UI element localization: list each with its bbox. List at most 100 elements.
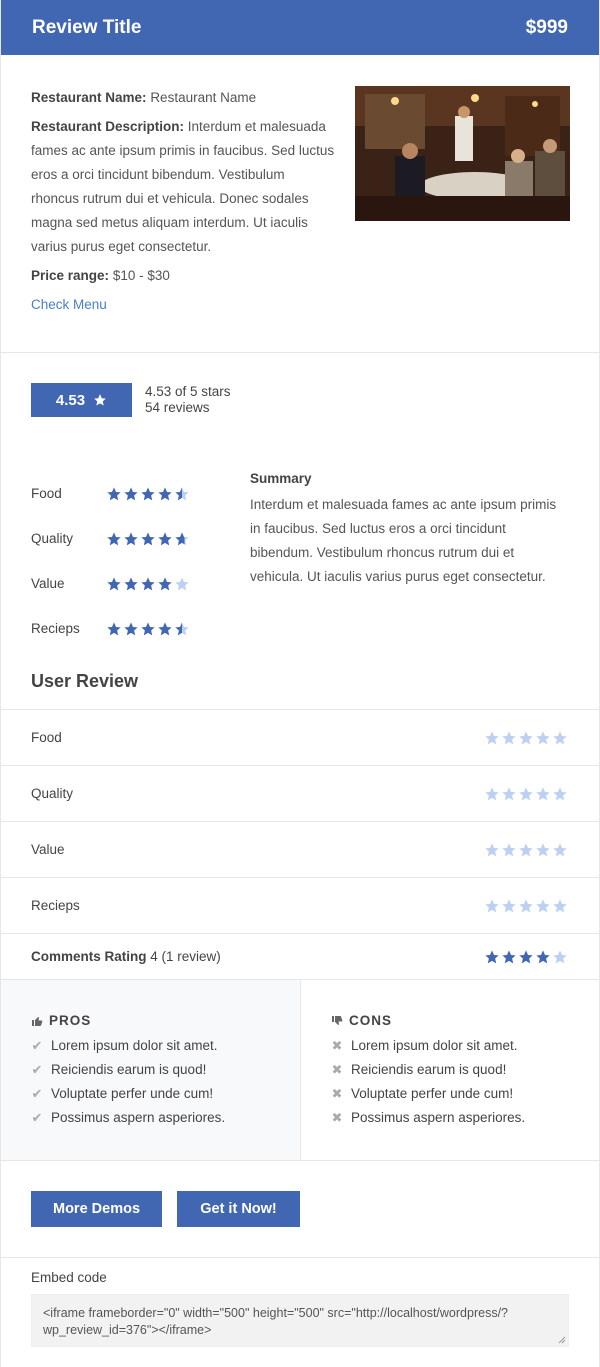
- star-icon: [485, 730, 499, 744]
- star-icon: [519, 786, 533, 800]
- x-icon: ✖: [331, 1038, 343, 1053]
- embed-section: Embed code <iframe frameborder="0" width…: [1, 1258, 599, 1347]
- user-rating-stars[interactable]: [484, 730, 568, 746]
- x-icon: ✖: [331, 1062, 343, 1077]
- star-icon: [141, 531, 155, 545]
- score-description: 4.53 of 5 stars 54 reviews: [145, 384, 231, 416]
- review-title: Review Title: [32, 16, 142, 38]
- thumbs-up-icon: [32, 1016, 43, 1026]
- star-icon: [519, 898, 533, 912]
- list-item: ✖ Voluptate perfer unde cum!: [331, 1082, 569, 1106]
- list-item: ✔ Lorem ipsum dolor sit amet.: [31, 1034, 270, 1058]
- user-rating-stars[interactable]: [484, 786, 568, 802]
- restaurant-desc-value: Interdum et malesuada fames ac ante ipsu…: [31, 119, 335, 254]
- list-item-text: Lorem ipsum dolor sit amet.: [351, 1038, 518, 1053]
- price-range-value: $10 - $30: [112, 268, 170, 283]
- resize-grip-icon[interactable]: [558, 1336, 566, 1344]
- star-icon: [536, 898, 550, 912]
- comments-rating-value: 4: [146, 949, 162, 964]
- check-menu-link[interactable]: Check Menu: [31, 293, 107, 317]
- list-item-text: Reiciendis earum is quod!: [51, 1062, 207, 1077]
- list-item: ✔ Voluptate perfer unde cum!: [31, 1082, 270, 1106]
- score-stars-text: 4.53 of 5 stars: [145, 384, 231, 399]
- star-icon: [485, 898, 499, 912]
- star-icon: [141, 486, 155, 500]
- user-rating-stars[interactable]: [484, 898, 568, 914]
- criteria-label: Recieps: [31, 621, 80, 636]
- star-icon: [107, 531, 121, 545]
- star-icon: [141, 621, 155, 635]
- star-icon: [553, 898, 567, 912]
- comments-rating-row: Comments Rating 4 (1 review): [1, 934, 599, 980]
- criteria-row: Food: [31, 471, 211, 516]
- user-review-label: Food: [31, 730, 62, 745]
- user-review-row: Value: [1, 822, 599, 878]
- criteria-stars: [106, 621, 190, 637]
- comments-rating-stars: [484, 949, 568, 965]
- criteria-row: Value: [31, 561, 211, 606]
- user-review-label: Quality: [31, 786, 74, 801]
- user-review-list: Food Quality Value Recieps Comments Rating 4…: [1, 709, 599, 980]
- star-icon: [158, 621, 172, 635]
- list-item: ✖ Reiciendis earum is quod!: [331, 1058, 569, 1082]
- criteria-label: Food: [31, 486, 62, 501]
- list-item-text: Voluptate perfer unde cum!: [351, 1086, 514, 1101]
- star-icon: [536, 949, 550, 963]
- star-icon: [502, 949, 516, 963]
- star-icon: [485, 786, 499, 800]
- user-review-row: Recieps: [1, 878, 599, 934]
- criteria-stars: [106, 486, 190, 502]
- score-summary: 4.53 4.53 of 5 stars 54 reviews: [31, 383, 569, 417]
- list-item: ✖ Possimus aspern asperiores.: [331, 1106, 569, 1130]
- action-buttons: More Demos Get it Now!: [1, 1161, 599, 1258]
- summary-title: Summary: [250, 471, 312, 486]
- star-icon: [158, 486, 172, 500]
- score-section: 4.53 4.53 of 5 stars 54 reviews Food Qual…: [1, 353, 599, 709]
- summary-block: Summary Interdum et malesuada fames ac a…: [250, 471, 570, 589]
- star-icon: [502, 898, 516, 912]
- restaurant-name-value: Restaurant Name: [150, 90, 257, 105]
- list-item: ✔ Possimus aspern asperiores.: [31, 1106, 270, 1130]
- list-item: ✔ Reiciendis earum is quod!: [31, 1058, 270, 1082]
- price-range-label: Price range:: [31, 268, 110, 283]
- x-icon: ✖: [331, 1086, 343, 1101]
- restaurant-name-line: Restaurant Name: Restaurant Name: [31, 86, 336, 110]
- star-icon: [502, 842, 516, 856]
- comments-rating-text: Comments Rating 4 (1 review): [31, 949, 221, 964]
- star-icon: [519, 949, 533, 963]
- check-icon: ✔: [31, 1086, 43, 1101]
- star-icon: [107, 576, 121, 590]
- restaurant-desc-label: Restaurant Description:: [31, 119, 185, 134]
- user-rating-stars[interactable]: [484, 842, 568, 858]
- star-icon: [175, 576, 189, 590]
- star-icon: [519, 842, 533, 856]
- cons-column: CONS ✖ Lorem ipsum dolor sit amet. ✖ Reicie…: [300, 980, 599, 1160]
- criteria-list: Food Quality Value Recieps: [31, 471, 211, 651]
- star-icon: [485, 842, 499, 856]
- restaurant-desc-line: Restaurant Description: Interdum et male…: [31, 115, 336, 259]
- star-icon: [124, 621, 138, 635]
- star-icon: [158, 576, 172, 590]
- star-icon: [175, 621, 189, 635]
- embed-code-text: <iframe frameborder="0" width="500" heig…: [43, 1306, 508, 1337]
- restaurant-photo: [355, 86, 570, 221]
- star-icon: [536, 730, 550, 744]
- user-review-row: Food: [1, 710, 599, 766]
- summary-text: Interdum et malesuada fames ac ante ipsu…: [250, 497, 557, 584]
- list-item-text: Lorem ipsum dolor sit amet.: [51, 1038, 218, 1053]
- star-icon: [553, 730, 567, 744]
- criteria-row: Quality: [31, 516, 211, 561]
- get-it-now-button[interactable]: Get it Now!: [177, 1191, 300, 1227]
- user-review-label: Value: [31, 842, 65, 857]
- check-icon: ✔: [31, 1110, 43, 1125]
- embed-code-textarea[interactable]: <iframe frameborder="0" width="500" heig…: [31, 1294, 569, 1347]
- star-icon: [175, 531, 189, 545]
- star-icon: [124, 486, 138, 500]
- embed-label: Embed code: [31, 1270, 107, 1285]
- more-demos-button[interactable]: More Demos: [31, 1191, 162, 1227]
- star-icon: [519, 730, 533, 744]
- criteria-row: Recieps: [31, 606, 211, 651]
- user-review-row: Quality: [1, 766, 599, 822]
- star-icon: [553, 949, 567, 963]
- pros-title: PROS: [49, 1013, 92, 1028]
